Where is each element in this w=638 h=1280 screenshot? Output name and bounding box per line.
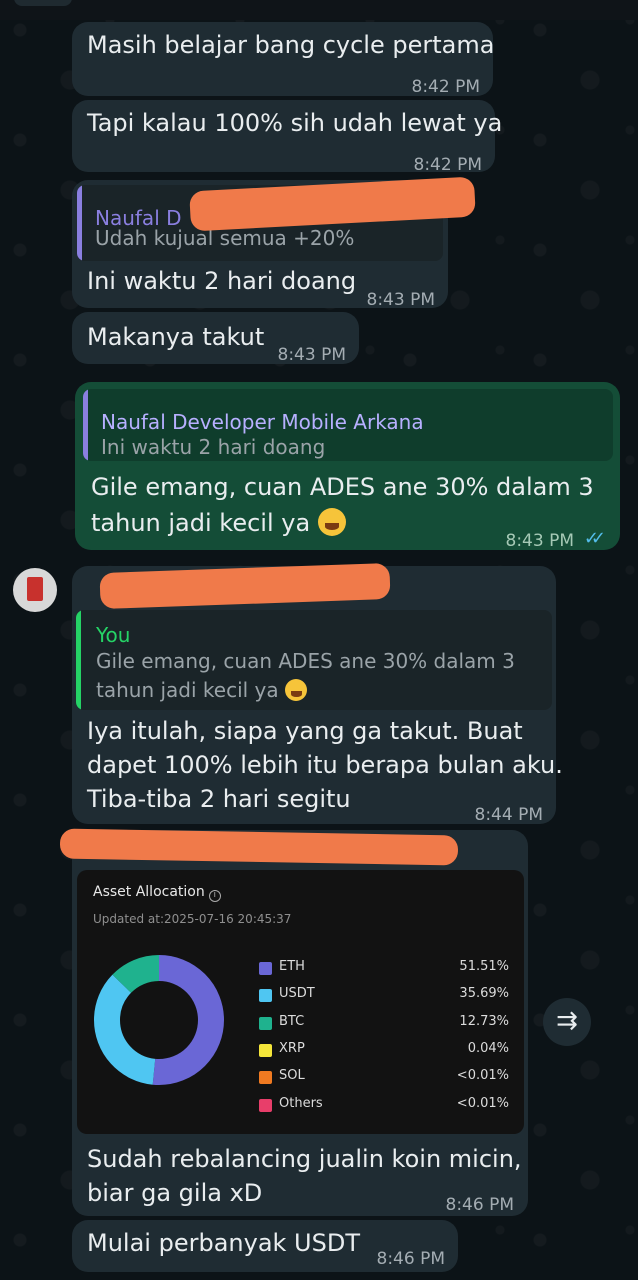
top-bar xyxy=(0,0,638,20)
quoted-message[interactable]: You Gile emang, cuan ADES ane 30% dalam … xyxy=(76,610,552,710)
legend-item-eth: ETH 51.51% xyxy=(259,958,509,978)
message-time: 8:42 PM xyxy=(411,77,481,97)
message-text: Makanya takut xyxy=(87,323,265,351)
legend-swatch xyxy=(259,962,272,975)
legend-swatch xyxy=(259,1016,272,1030)
avatar[interactable] xyxy=(13,568,57,612)
message-text-line: tahun jadi kecil ya xyxy=(91,506,346,540)
legend-label: Others xyxy=(279,1095,323,1111)
message-text-line: Iya itulah, siapa yang ga takut. Buat xyxy=(87,717,523,745)
legend-swatch xyxy=(259,989,272,1003)
legend-label: XRP xyxy=(279,1040,305,1056)
legend-percent: <0.01% xyxy=(456,1095,509,1111)
legend-item-btc: BTC 12.73% xyxy=(259,1013,509,1033)
message-bubble-incoming[interactable]: Tapi kalau 100% sih udah lewat ya 8:42 P… xyxy=(72,100,502,175)
message-text: Masih belajar bang cycle pertama xyxy=(87,31,495,59)
redaction-mark xyxy=(99,562,391,610)
message-bubble-incoming[interactable]: Masih belajar bang cycle pertama 8:42 PM xyxy=(72,22,495,97)
message-text: Mulai perbanyak USDT xyxy=(87,1229,360,1257)
legend-percent: 0.04% xyxy=(467,1040,509,1056)
legend-percent: <0.01% xyxy=(456,1068,509,1084)
quote-text: Gile emang, cuan ADES ane 30% dalam 3 xyxy=(96,649,515,673)
asset-allocation-image[interactable]: Asset Allocation i Updated at:2025-07-16 … xyxy=(77,870,524,1134)
message-text-line: dapet 100% lebih itu berapa bulan aku. xyxy=(87,751,563,779)
legend-item-others: Others <0.01% xyxy=(259,1095,509,1115)
legend-swatch xyxy=(259,1043,272,1057)
rolling-laughing-emoji-icon xyxy=(317,508,346,536)
legend-percent: 35.69% xyxy=(459,986,509,1002)
message-text-line: Tiba-tiba 2 hari segitu xyxy=(87,785,351,813)
forward-icon[interactable]: ⇉ xyxy=(543,998,591,1046)
legend-label: SOL xyxy=(279,1068,305,1084)
message-bubble-outgoing[interactable]: Naufal Developer Mobile Arkana Ini waktu… xyxy=(75,382,620,551)
legend-label: ETH xyxy=(279,959,305,974)
message-bubble-incoming[interactable]: You Gile emang, cuan ADES ane 30% dalam … xyxy=(72,562,563,825)
message-bubble-incoming[interactable]: Mulai perbanyak USDT 8:46 PM xyxy=(72,1220,458,1272)
quote-text: tahun jadi kecil ya xyxy=(96,675,307,705)
donut-chart xyxy=(94,955,224,1085)
legend-item-sol: SOL <0.01% xyxy=(259,1067,509,1087)
message-text: Ini waktu 2 hari doang xyxy=(87,267,357,295)
rolling-laughing-emoji-icon xyxy=(285,679,307,701)
message-time: 8:44 PM xyxy=(474,805,544,825)
info-icon: i xyxy=(208,890,221,902)
message-bubble-incoming[interactable]: Naufal D Udah kujual semua +20% Ini wakt… xyxy=(72,176,476,310)
message-time: 8:43 PM xyxy=(366,290,436,310)
legend-item-xrp: XRP 0.04% xyxy=(259,1040,509,1060)
asset-title: Asset Allocation i xyxy=(93,884,221,902)
message-text-line: biar ga gila xD xyxy=(87,1179,263,1207)
message-text: Tapi kalau 100% sih udah lewat ya xyxy=(87,109,503,137)
message-time: 8:46 PM xyxy=(376,1249,446,1269)
message-text-line: Sudah rebalancing jualin koin micin, xyxy=(87,1145,522,1173)
legend-swatch xyxy=(259,1071,272,1085)
legend-item-usdt: USDT 35.69% xyxy=(259,985,509,1005)
quote-text: Ini waktu 2 hari doang xyxy=(101,435,326,459)
double-check-icon: ✓✓ xyxy=(583,528,606,549)
legend-label: USDT xyxy=(279,986,315,1002)
asset-updated: Updated at:2025-07-16 20:45:37 xyxy=(93,912,292,926)
quoted-message[interactable]: Naufal Developer Mobile Arkana Ini waktu… xyxy=(83,389,613,461)
message-time: 8:43 PM xyxy=(277,345,347,365)
legend-percent: 51.51% xyxy=(459,959,509,974)
legend-percent: 12.73% xyxy=(459,1013,509,1029)
message-text-line: Gile emang, cuan ADES ane 30% dalam 3 xyxy=(91,473,594,501)
redaction-mark xyxy=(59,828,459,866)
message-time: 8:43 PM xyxy=(505,531,575,551)
message-bubble-incoming[interactable]: Makanya takut 8:43 PM xyxy=(72,312,359,365)
legend-label: BTC xyxy=(279,1013,305,1029)
message-time: 8:46 PM xyxy=(445,1195,515,1215)
legend-swatch xyxy=(259,1098,272,1112)
